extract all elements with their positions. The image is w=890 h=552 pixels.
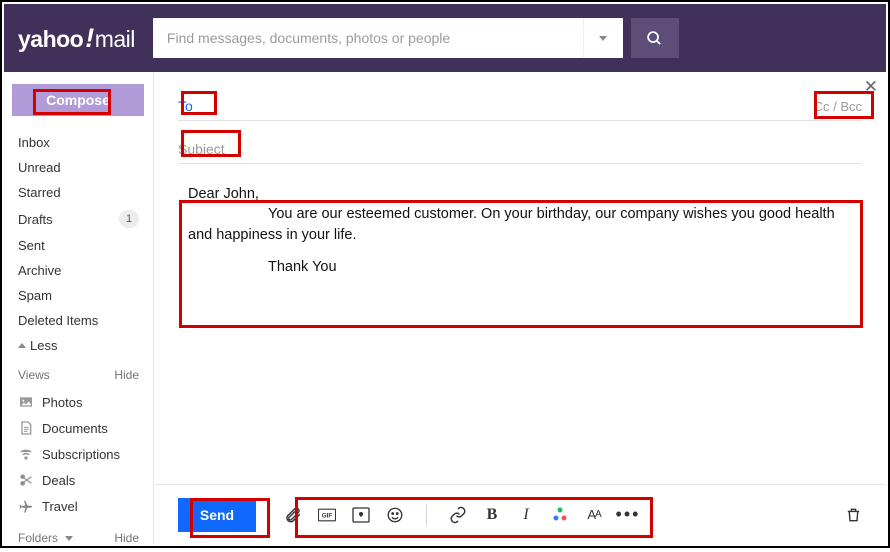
sidebar-view-documents[interactable]: Documents <box>4 415 153 441</box>
message-body[interactable]: Dear John, You are our esteemed customer… <box>178 164 862 287</box>
sidebar-less-toggle[interactable]: Less <box>4 333 153 358</box>
sidebar-item-label: Less <box>30 338 57 353</box>
search-button[interactable] <box>631 18 679 58</box>
sidebar-item-label: Unread <box>18 160 61 175</box>
gif-button[interactable]: GIF <box>318 506 336 524</box>
sidebar-item-deleted[interactable]: Deleted Items <box>4 308 153 333</box>
sidebar-item-inbox[interactable]: Inbox <box>4 130 153 155</box>
stationery-button[interactable] <box>352 506 370 524</box>
logo-bang: ! <box>85 23 94 54</box>
sidebar-item-label: Subscriptions <box>42 447 120 462</box>
sidebar-view-photos[interactable]: Photos <box>4 389 153 415</box>
sidebar: Compose Inbox Unread Starred Drafts 1 Sen… <box>4 72 154 544</box>
views-header-label: Views <box>18 368 50 382</box>
compose-pane: ✕ To Cc / Bcc Subject Dear John, You are… <box>154 72 886 544</box>
sidebar-item-label: Drafts <box>18 212 53 227</box>
body-line-1: Dear John, <box>188 186 259 202</box>
image-icon <box>18 394 34 410</box>
scissors-icon <box>18 472 34 488</box>
sidebar-view-travel[interactable]: Travel <box>4 493 153 519</box>
italic-button[interactable]: I <box>517 506 535 524</box>
emoji-button[interactable] <box>386 506 404 524</box>
gif-icon: GIF <box>318 508 336 522</box>
logo-text-b: mail <box>95 26 135 53</box>
sidebar-item-starred[interactable]: Starred <box>4 180 153 205</box>
cc-bcc-toggle[interactable]: Cc / Bcc <box>814 99 862 114</box>
folders-hide-link[interactable]: Hide <box>114 531 139 545</box>
subject-placeholder: Subject <box>178 141 225 157</box>
close-compose-button[interactable]: ✕ <box>864 77 878 97</box>
to-label: To <box>178 98 193 114</box>
toolbar-separator <box>426 504 427 526</box>
sidebar-item-archive[interactable]: Archive <box>4 258 153 283</box>
sidebar-item-label: Sent <box>18 238 45 253</box>
sidebar-item-label: Documents <box>42 421 108 436</box>
header-bar: yahoo ! mail <box>4 4 886 72</box>
bold-button[interactable]: B <box>483 506 501 524</box>
attach-button[interactable] <box>284 506 302 524</box>
send-button[interactable]: Send <box>178 498 256 532</box>
search-icon <box>646 30 663 47</box>
to-field-row[interactable]: To Cc / Bcc <box>178 92 862 121</box>
more-button[interactable]: ••• <box>619 506 637 524</box>
trash-icon <box>845 506 862 524</box>
sidebar-item-label: Starred <box>18 185 61 200</box>
plane-icon <box>18 498 34 514</box>
link-button[interactable] <box>449 506 467 524</box>
sidebar-item-label: Archive <box>18 263 61 278</box>
sidebar-item-label: Spam <box>18 288 52 303</box>
views-header: Views Hide <box>4 358 153 387</box>
sidebar-item-unread[interactable]: Unread <box>4 155 153 180</box>
sidebar-item-label: Travel <box>42 499 78 514</box>
search-container <box>153 18 679 58</box>
folder-list: Inbox Unread Starred Drafts 1 Sent Archiv… <box>4 128 153 389</box>
paperclip-icon <box>284 506 302 524</box>
sidebar-item-sent[interactable]: Sent <box>4 233 153 258</box>
drafts-count-badge: 1 <box>119 210 139 228</box>
color-dots-icon <box>551 506 569 524</box>
sidebar-item-label: Photos <box>42 395 82 410</box>
sidebar-item-drafts[interactable]: Drafts 1 <box>4 205 153 233</box>
font-button[interactable]: AA <box>585 506 603 524</box>
sidebar-item-label: Inbox <box>18 135 50 150</box>
subject-field-row[interactable]: Subject <box>178 135 862 164</box>
svg-text:GIF: GIF <box>322 512 333 519</box>
views-list: Photos Documents Subscriptions Deals Tra… <box>4 389 153 519</box>
chevron-down-icon <box>65 536 73 541</box>
compose-toolbar: Send GIF B I <box>154 484 886 544</box>
search-input[interactable] <box>153 18 583 58</box>
sidebar-view-subscriptions[interactable]: Subscriptions <box>4 441 153 467</box>
search-dropdown[interactable] <box>583 18 623 58</box>
text-color-button[interactable] <box>551 506 569 524</box>
body-line-3: Thank You <box>268 259 337 275</box>
chevron-up-icon <box>18 343 26 348</box>
card-icon <box>352 507 370 523</box>
views-hide-link[interactable]: Hide <box>114 368 139 382</box>
sidebar-item-label: Deleted Items <box>18 313 98 328</box>
wifi-icon <box>18 446 34 462</box>
folders-header: Folders Hide <box>4 521 153 550</box>
sidebar-view-deals[interactable]: Deals <box>4 467 153 493</box>
sidebar-item-spam[interactable]: Spam <box>4 283 153 308</box>
body-line-2: You are our esteemed customer. On your b… <box>188 206 835 242</box>
sidebar-item-label: Deals <box>42 473 75 488</box>
compose-button[interactable]: Compose <box>12 84 144 116</box>
logo-text-a: yahoo <box>18 26 83 53</box>
folders-header-label: Folders <box>18 531 58 545</box>
link-icon <box>449 506 467 524</box>
document-icon <box>18 420 34 436</box>
logo[interactable]: yahoo ! mail <box>18 23 135 54</box>
discard-button[interactable] <box>844 506 862 524</box>
emoji-icon <box>386 506 404 524</box>
